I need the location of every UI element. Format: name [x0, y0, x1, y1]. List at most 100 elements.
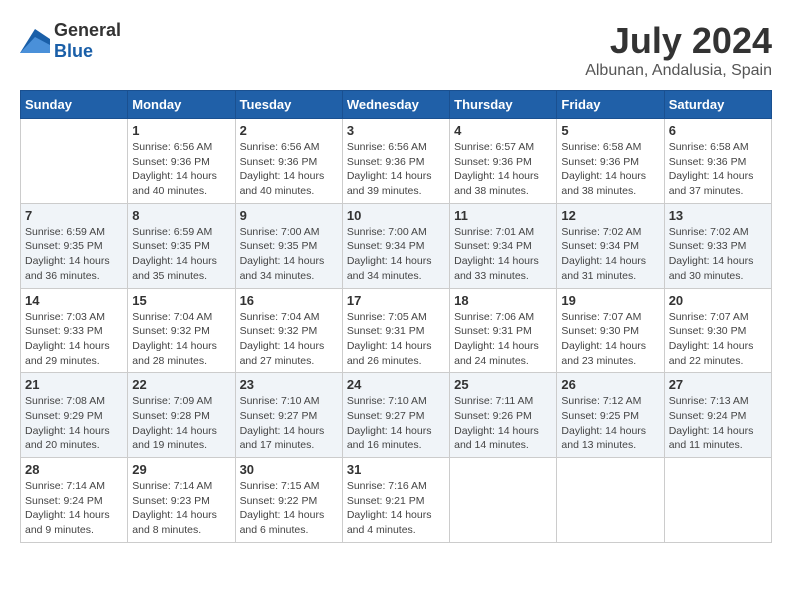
calendar-cell: 30 Sunrise: 7:15 AMSunset: 9:22 PMDaylig… [235, 458, 342, 543]
calendar-cell: 7 Sunrise: 6:59 AMSunset: 9:35 PMDayligh… [21, 203, 128, 288]
day-number: 9 [240, 208, 338, 223]
day-number: 11 [454, 208, 552, 223]
calendar-cell: 28 Sunrise: 7:14 AMSunset: 9:24 PMDaylig… [21, 458, 128, 543]
day-info: Sunrise: 7:06 AMSunset: 9:31 PMDaylight:… [454, 311, 539, 367]
day-number: 13 [669, 208, 767, 223]
day-info: Sunrise: 6:58 AMSunset: 9:36 PMDaylight:… [669, 141, 754, 197]
day-number: 14 [25, 293, 123, 308]
calendar-cell [664, 458, 771, 543]
day-number: 24 [347, 377, 445, 392]
weekday-header: Tuesday [235, 91, 342, 119]
day-info: Sunrise: 7:09 AMSunset: 9:28 PMDaylight:… [132, 395, 217, 451]
calendar-cell: 27 Sunrise: 7:13 AMSunset: 9:24 PMDaylig… [664, 373, 771, 458]
calendar-cell: 10 Sunrise: 7:00 AMSunset: 9:34 PMDaylig… [342, 203, 449, 288]
subtitle: Albunan, Andalusia, Spain [585, 62, 772, 80]
weekday-header: Wednesday [342, 91, 449, 119]
day-info: Sunrise: 7:10 AMSunset: 9:27 PMDaylight:… [240, 395, 325, 451]
calendar-cell: 31 Sunrise: 7:16 AMSunset: 9:21 PMDaylig… [342, 458, 449, 543]
day-number: 8 [132, 208, 230, 223]
day-info: Sunrise: 7:15 AMSunset: 9:22 PMDaylight:… [240, 480, 325, 536]
day-info: Sunrise: 7:12 AMSunset: 9:25 PMDaylight:… [561, 395, 646, 451]
day-number: 17 [347, 293, 445, 308]
weekday-header: Thursday [450, 91, 557, 119]
day-info: Sunrise: 7:08 AMSunset: 9:29 PMDaylight:… [25, 395, 110, 451]
day-number: 7 [25, 208, 123, 223]
day-number: 15 [132, 293, 230, 308]
day-info: Sunrise: 7:00 AMSunset: 9:34 PMDaylight:… [347, 226, 432, 282]
calendar-cell: 16 Sunrise: 7:04 AMSunset: 9:32 PMDaylig… [235, 288, 342, 373]
day-info: Sunrise: 7:02 AMSunset: 9:34 PMDaylight:… [561, 226, 646, 282]
calendar-cell: 22 Sunrise: 7:09 AMSunset: 9:28 PMDaylig… [128, 373, 235, 458]
day-info: Sunrise: 7:13 AMSunset: 9:24 PMDaylight:… [669, 395, 754, 451]
title-section: July 2024 Albunan, Andalusia, Spain [585, 20, 772, 80]
day-number: 23 [240, 377, 338, 392]
weekday-header: Friday [557, 91, 664, 119]
day-info: Sunrise: 7:03 AMSunset: 9:33 PMDaylight:… [25, 311, 110, 367]
logo-text: General Blue [54, 20, 121, 62]
logo-icon [20, 29, 50, 53]
calendar-cell: 2 Sunrise: 6:56 AMSunset: 9:36 PMDayligh… [235, 119, 342, 204]
day-info: Sunrise: 7:01 AMSunset: 9:34 PMDaylight:… [454, 226, 539, 282]
calendar-cell: 5 Sunrise: 6:58 AMSunset: 9:36 PMDayligh… [557, 119, 664, 204]
weekday-header-row: SundayMondayTuesdayWednesdayThursdayFrid… [21, 91, 772, 119]
calendar-week-row: 14 Sunrise: 7:03 AMSunset: 9:33 PMDaylig… [21, 288, 772, 373]
calendar-cell: 21 Sunrise: 7:08 AMSunset: 9:29 PMDaylig… [21, 373, 128, 458]
calendar-cell [21, 119, 128, 204]
logo-general: General [54, 20, 121, 40]
calendar-cell: 19 Sunrise: 7:07 AMSunset: 9:30 PMDaylig… [557, 288, 664, 373]
day-info: Sunrise: 7:10 AMSunset: 9:27 PMDaylight:… [347, 395, 432, 451]
day-number: 25 [454, 377, 552, 392]
day-number: 19 [561, 293, 659, 308]
day-number: 16 [240, 293, 338, 308]
day-number: 12 [561, 208, 659, 223]
calendar-cell: 14 Sunrise: 7:03 AMSunset: 9:33 PMDaylig… [21, 288, 128, 373]
day-info: Sunrise: 6:59 AMSunset: 9:35 PMDaylight:… [25, 226, 110, 282]
day-info: Sunrise: 7:04 AMSunset: 9:32 PMDaylight:… [240, 311, 325, 367]
day-info: Sunrise: 7:07 AMSunset: 9:30 PMDaylight:… [561, 311, 646, 367]
calendar-cell: 23 Sunrise: 7:10 AMSunset: 9:27 PMDaylig… [235, 373, 342, 458]
calendar-cell: 18 Sunrise: 7:06 AMSunset: 9:31 PMDaylig… [450, 288, 557, 373]
calendar-cell [450, 458, 557, 543]
weekday-header: Sunday [21, 91, 128, 119]
day-info: Sunrise: 7:14 AMSunset: 9:23 PMDaylight:… [132, 480, 217, 536]
day-number: 22 [132, 377, 230, 392]
calendar-cell: 1 Sunrise: 6:56 AMSunset: 9:36 PMDayligh… [128, 119, 235, 204]
calendar-cell: 8 Sunrise: 6:59 AMSunset: 9:35 PMDayligh… [128, 203, 235, 288]
main-title: July 2024 [585, 20, 772, 62]
calendar-cell: 17 Sunrise: 7:05 AMSunset: 9:31 PMDaylig… [342, 288, 449, 373]
day-number: 21 [25, 377, 123, 392]
weekday-header: Saturday [664, 91, 771, 119]
day-number: 29 [132, 462, 230, 477]
calendar-cell: 26 Sunrise: 7:12 AMSunset: 9:25 PMDaylig… [557, 373, 664, 458]
calendar-week-row: 28 Sunrise: 7:14 AMSunset: 9:24 PMDaylig… [21, 458, 772, 543]
day-info: Sunrise: 7:07 AMSunset: 9:30 PMDaylight:… [669, 311, 754, 367]
day-info: Sunrise: 7:02 AMSunset: 9:33 PMDaylight:… [669, 226, 754, 282]
day-info: Sunrise: 7:00 AMSunset: 9:35 PMDaylight:… [240, 226, 325, 282]
calendar-cell: 24 Sunrise: 7:10 AMSunset: 9:27 PMDaylig… [342, 373, 449, 458]
day-info: Sunrise: 6:56 AMSunset: 9:36 PMDaylight:… [132, 141, 217, 197]
day-number: 3 [347, 123, 445, 138]
calendar-cell: 20 Sunrise: 7:07 AMSunset: 9:30 PMDaylig… [664, 288, 771, 373]
day-info: Sunrise: 7:16 AMSunset: 9:21 PMDaylight:… [347, 480, 432, 536]
day-number: 20 [669, 293, 767, 308]
logo-blue: Blue [54, 41, 93, 61]
weekday-header: Monday [128, 91, 235, 119]
day-info: Sunrise: 6:58 AMSunset: 9:36 PMDaylight:… [561, 141, 646, 197]
calendar-cell: 13 Sunrise: 7:02 AMSunset: 9:33 PMDaylig… [664, 203, 771, 288]
day-number: 10 [347, 208, 445, 223]
calendar-cell: 9 Sunrise: 7:00 AMSunset: 9:35 PMDayligh… [235, 203, 342, 288]
calendar-week-row: 1 Sunrise: 6:56 AMSunset: 9:36 PMDayligh… [21, 119, 772, 204]
day-info: Sunrise: 6:57 AMSunset: 9:36 PMDaylight:… [454, 141, 539, 197]
calendar-cell: 25 Sunrise: 7:11 AMSunset: 9:26 PMDaylig… [450, 373, 557, 458]
calendar-cell: 15 Sunrise: 7:04 AMSunset: 9:32 PMDaylig… [128, 288, 235, 373]
day-number: 5 [561, 123, 659, 138]
calendar-cell: 29 Sunrise: 7:14 AMSunset: 9:23 PMDaylig… [128, 458, 235, 543]
calendar-cell: 12 Sunrise: 7:02 AMSunset: 9:34 PMDaylig… [557, 203, 664, 288]
day-number: 1 [132, 123, 230, 138]
day-info: Sunrise: 6:59 AMSunset: 9:35 PMDaylight:… [132, 226, 217, 282]
day-number: 4 [454, 123, 552, 138]
day-number: 2 [240, 123, 338, 138]
day-info: Sunrise: 7:14 AMSunset: 9:24 PMDaylight:… [25, 480, 110, 536]
day-info: Sunrise: 7:11 AMSunset: 9:26 PMDaylight:… [454, 395, 539, 451]
day-number: 30 [240, 462, 338, 477]
